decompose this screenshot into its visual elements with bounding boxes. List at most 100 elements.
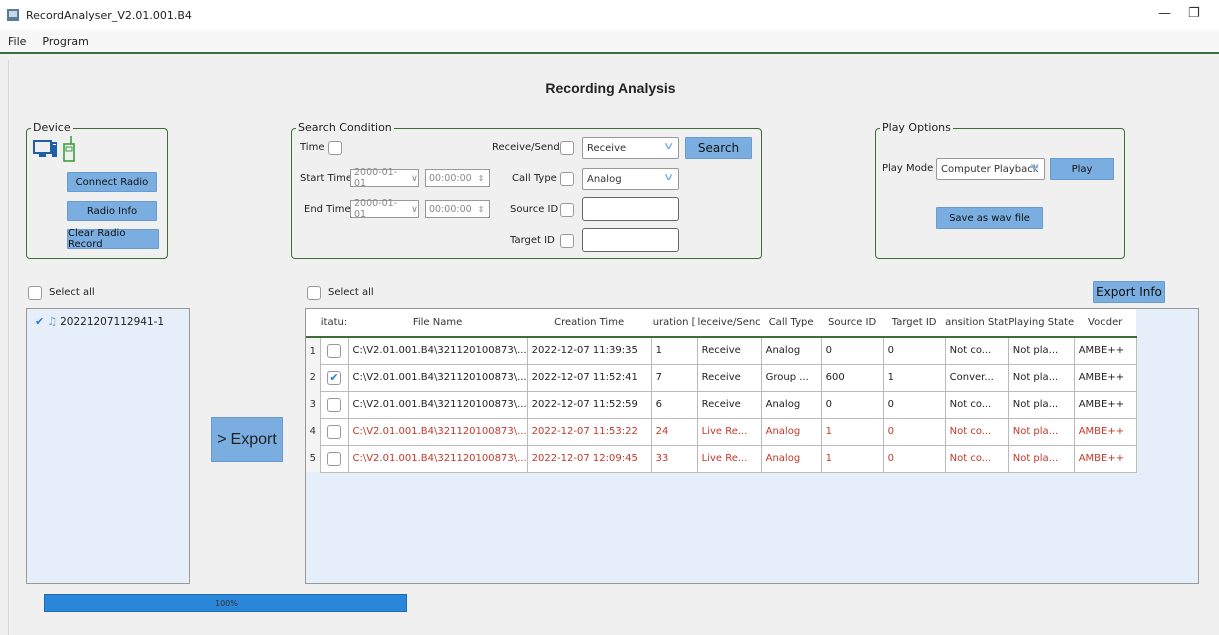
target-id-checkbox[interactable] <box>560 234 574 248</box>
computer-icon <box>33 140 57 157</box>
export-info-button[interactable]: Export Info <box>1093 281 1165 303</box>
search-condition-group: Search Condition Time Start Time 2000-01… <box>291 121 762 259</box>
row-checkbox[interactable] <box>327 424 341 439</box>
call-type-select[interactable]: Analog ∨ <box>582 168 679 190</box>
table-row[interactable]: 3 C:\V2.01.001.B4\321120100873\... 2022-… <box>306 390 1137 419</box>
receive-send-select[interactable]: Receive ∨ <box>582 137 679 159</box>
table-row[interactable]: 2 ✔ C:\V2.01.001.B4\321120100873\... 202… <box>306 363 1137 392</box>
cell-transition-state: Not co... <box>944 444 1009 473</box>
table-row[interactable]: 1 C:\V2.01.001.B4\321120100873\... 2022-… <box>306 336 1137 365</box>
chevron-down-icon: ∨ <box>411 203 418 215</box>
cell-vocoder: AMBE++ <box>1073 390 1137 419</box>
column-header-file-name[interactable]: File Name <box>348 309 528 338</box>
call-type-checkbox[interactable] <box>560 172 574 186</box>
minimize-button[interactable]: — <box>1158 6 1171 21</box>
cell-receive-send: Receive <box>696 336 762 365</box>
column-header-duration[interactable]: uration [ <box>651 309 698 338</box>
menu-program[interactable]: Program <box>34 35 96 48</box>
play-options-group: Play Options Play Mode Computer Playback… <box>875 121 1125 259</box>
cell-duration: 24 <box>650 417 698 446</box>
source-id-label: Source ID <box>510 204 559 215</box>
device-group-label: Device <box>31 121 73 134</box>
cell-call-type: Analog <box>760 417 822 446</box>
row-checkbox[interactable] <box>327 451 341 466</box>
source-id-checkbox[interactable] <box>560 203 574 217</box>
play-mode-select[interactable]: Computer Playback ∨ <box>936 158 1045 180</box>
cell-transition-state: Not co... <box>944 417 1009 446</box>
cell-receive-send: Live Re... <box>696 417 762 446</box>
table-select-all-checkbox[interactable] <box>307 286 321 300</box>
row-checkbox-checked[interactable]: ✔ <box>327 370 341 385</box>
cell-duration: 1 <box>650 336 698 365</box>
connect-radio-button[interactable]: Connect Radio <box>67 172 157 192</box>
save-as-wav-button[interactable]: Save as wav file <box>936 207 1043 229</box>
end-time-spinner[interactable]: 00:00:00 ⇕ <box>425 200 490 218</box>
time-checkbox[interactable] <box>328 141 342 155</box>
table-row[interactable]: 5 C:\V2.01.001.B4\321120100873\... 2022-… <box>306 444 1137 473</box>
cell-call-type: Analog <box>760 444 822 473</box>
clear-radio-record-button[interactable]: Clear Radio Record <box>67 228 159 250</box>
row-number-header <box>306 309 320 338</box>
music-note-icon: ♫ <box>47 315 58 328</box>
restore-button[interactable]: ❐ <box>1188 6 1200 21</box>
recordings-table: itatu: File Name Creation Time uration [… <box>305 308 1199 584</box>
search-button[interactable]: Search <box>685 137 752 159</box>
column-header-call-type[interactable]: Call Type <box>761 309 822 338</box>
cell-duration: 7 <box>650 363 698 392</box>
chevron-down-icon: ∨ <box>1028 162 1041 173</box>
time-label: Time <box>300 142 325 153</box>
cell-receive-send: Receive <box>696 390 762 419</box>
column-header-target-id[interactable]: Target ID <box>883 309 946 338</box>
recording-tree-panel: ✔ ♫ 20221207112941-1 <box>26 308 190 584</box>
table-row[interactable]: 4 C:\V2.01.001.B4\321120100873\... 2022-… <box>306 417 1137 446</box>
title-bar: RecordAnalyser_V2.01.001.B4 — ❐ <box>0 0 1219 30</box>
cell-source-id: 1 <box>820 417 884 446</box>
end-date-field[interactable]: 2000-01-01 ∨ <box>350 198 419 220</box>
row-number: 5 <box>306 445 320 472</box>
cell-target-id: 0 <box>882 417 946 446</box>
cell-source-id: 0 <box>820 336 884 365</box>
start-time-spinner[interactable]: 00:00:00 ⇕ <box>425 169 490 187</box>
column-header-source-id[interactable]: Source ID <box>821 309 884 338</box>
cell-transition-state: Not co... <box>944 390 1009 419</box>
row-checkbox[interactable] <box>327 343 341 358</box>
cell-playing-state: Not pla... <box>1007 417 1075 446</box>
cell-source-id: 1 <box>820 444 884 473</box>
cell-call-type: Analog <box>760 336 822 365</box>
menu-file[interactable]: File <box>0 35 34 48</box>
row-number: 4 <box>306 418 320 445</box>
column-header-transition-state[interactable]: ansition Stat <box>945 309 1009 338</box>
target-id-input[interactable] <box>582 228 679 252</box>
cell-creation-time: 2022-12-07 11:39:35 <box>526 336 652 365</box>
cell-transition-state: Not co... <box>944 336 1009 365</box>
end-time-label: End Time <box>304 204 351 215</box>
export-button[interactable]: > Export <box>211 417 283 462</box>
start-date-field[interactable]: 2000-01-01 ∨ <box>350 167 419 189</box>
cell-file-name: C:\V2.01.001.B4\321120100873\... <box>347 444 528 473</box>
column-header-receive-send[interactable]: leceive/Senc <box>697 309 762 338</box>
column-header-status[interactable]: itatu: <box>320 309 348 338</box>
cell-playing-state: Not pla... <box>1007 444 1075 473</box>
cell-playing-state: Not pla... <box>1007 363 1075 392</box>
receive-send-checkbox[interactable] <box>560 141 574 155</box>
tree-item[interactable]: ✔ ♫ 20221207112941-1 <box>35 315 164 328</box>
cell-target-id: 0 <box>882 336 946 365</box>
radio-info-button[interactable]: Radio Info <box>67 201 157 221</box>
main-area: Recording Analysis Device Connect Radio … <box>8 60 1211 635</box>
column-header-playing-state[interactable]: Playing State <box>1008 309 1075 338</box>
play-button[interactable]: Play <box>1050 158 1114 180</box>
cell-file-name: C:\V2.01.001.B4\321120100873\... <box>347 363 528 392</box>
row-checkbox[interactable] <box>327 397 341 412</box>
target-id-label: Target ID <box>510 235 555 246</box>
cell-transition-state: Conver... <box>944 363 1009 392</box>
column-header-creation-time[interactable]: Creation Time <box>527 309 652 338</box>
cell-receive-send: Live Re... <box>696 444 762 473</box>
row-number: 3 <box>306 391 320 418</box>
left-select-all-checkbox[interactable] <box>28 286 42 300</box>
cell-receive-send: Receive <box>696 363 762 392</box>
cell-source-id: 0 <box>820 390 884 419</box>
cell-creation-time: 2022-12-07 11:52:59 <box>526 390 652 419</box>
source-id-input[interactable] <box>582 197 679 221</box>
cell-target-id: 1 <box>882 363 946 392</box>
column-header-vocoder[interactable]: Vocder <box>1074 309 1137 338</box>
